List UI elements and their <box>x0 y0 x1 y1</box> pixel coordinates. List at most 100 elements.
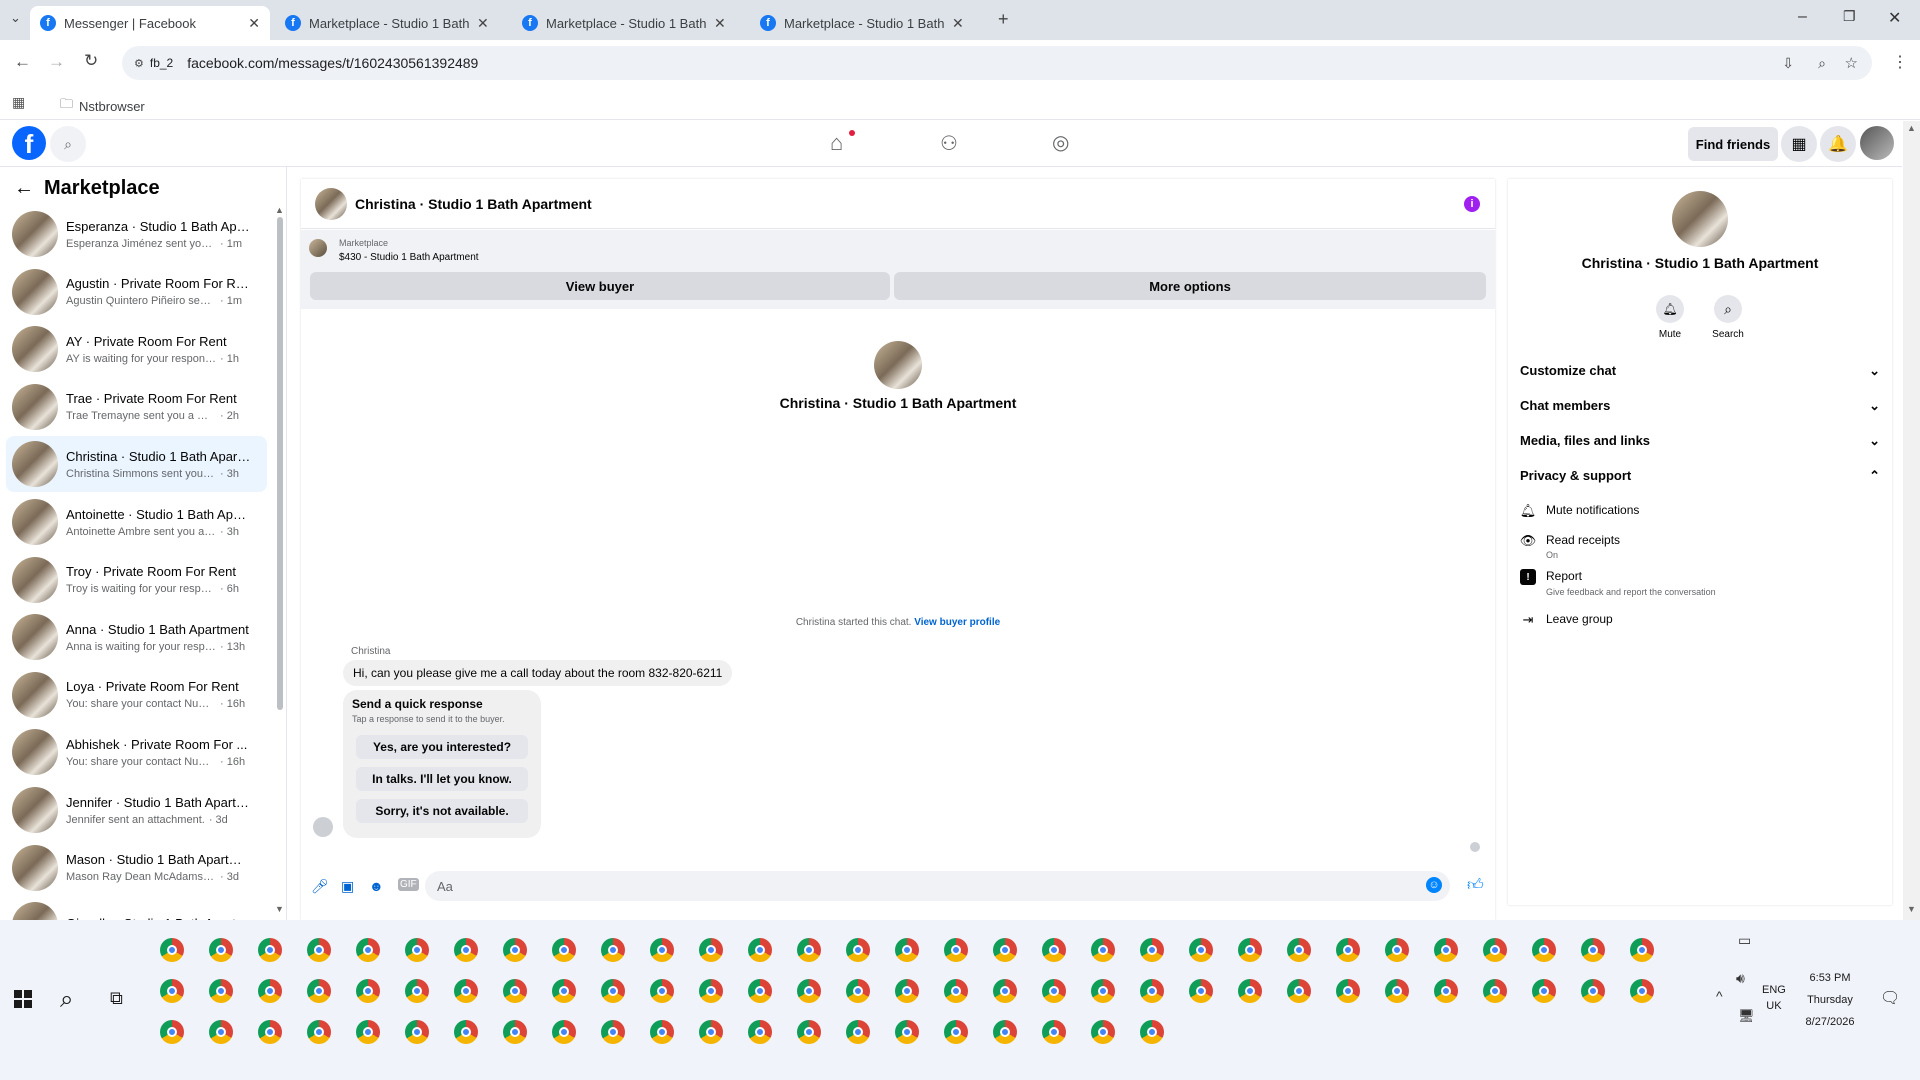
taskbar-browser-icon[interactable] <box>1042 979 1066 1003</box>
scroll-down-icon[interactable]: ▼ <box>275 904 284 914</box>
taskbar-browser-icon[interactable] <box>1630 938 1654 962</box>
list-item[interactable]: Trae · Private Room For Rent Trae Tremayn… <box>6 379 267 435</box>
taskbar-browser-icon[interactable] <box>209 938 233 962</box>
taskbar-browser-icon[interactable] <box>503 938 527 962</box>
groups-icon[interactable]: ◎ <box>1052 130 1069 155</box>
taskbar-browser-icon[interactable] <box>797 1020 821 1044</box>
taskbar-browser-icon[interactable] <box>552 979 576 1003</box>
taskbar-browser-icon[interactable] <box>944 1020 968 1044</box>
taskbar-browser-icon[interactable] <box>1189 979 1213 1003</box>
taskbar-browser-icon[interactable] <box>1238 938 1262 962</box>
taskbar-browser-icon[interactable] <box>209 1020 233 1044</box>
taskbar-browser-icon[interactable] <box>1581 938 1605 962</box>
taskbar-browser-icon[interactable] <box>1434 938 1458 962</box>
taskbar-browser-icon[interactable] <box>1336 979 1360 1003</box>
taskbar-browser-icon[interactable] <box>993 1020 1017 1044</box>
taskbar-browser-icon[interactable] <box>699 979 723 1003</box>
taskbar-browser-icon[interactable] <box>1091 938 1115 962</box>
sticker-icon[interactable]: ☻ <box>369 878 384 894</box>
menu-icon[interactable]: ⋮ <box>1892 52 1908 72</box>
language-indicator[interactable]: ENG UK <box>1762 982 1786 1014</box>
windows-start-icon[interactable] <box>14 990 32 1008</box>
taskbar-browser-icon[interactable] <box>748 938 772 962</box>
taskbar-browser-icon[interactable] <box>503 1020 527 1044</box>
taskbar-browser-icon[interactable] <box>1287 938 1311 962</box>
media-files-links-section[interactable]: Media, files and links ⌄ <box>1520 433 1880 449</box>
close-window-icon[interactable]: ✕ <box>1888 8 1901 28</box>
install-icon[interactable]: ⇩ <box>1782 55 1794 72</box>
taskbar-browser-icon[interactable] <box>1091 1020 1115 1044</box>
taskbar-browser-icon[interactable] <box>797 979 821 1003</box>
taskbar-browser-icon[interactable] <box>748 1020 772 1044</box>
network-icon[interactable]: 🖥︎ <box>1738 1008 1755 1024</box>
taskbar-browser-icon[interactable] <box>1042 938 1066 962</box>
new-tab-icon[interactable]: + <box>998 9 1009 30</box>
reload-icon[interactable]: ↻ <box>84 51 98 71</box>
scroll-up-icon[interactable]: ▲ <box>1907 123 1916 133</box>
taskbar-browser-icon[interactable] <box>944 979 968 1003</box>
tab-marketplace-3[interactable]: f Marketplace - Studio 1 Bath Ap ✕ <box>750 6 980 40</box>
close-tab-icon[interactable]: ✕ <box>248 15 260 32</box>
taskbar-browser-icon[interactable] <box>307 1020 331 1044</box>
more-options-button[interactable]: More options <box>894 272 1486 300</box>
taskbar-browser-icon[interactable] <box>160 1020 184 1044</box>
quick-response-in-talks[interactable]: In talks. I'll let you know. <box>356 767 528 791</box>
taskbar-browser-icon[interactable] <box>846 1020 870 1044</box>
list-item[interactable]: Troy · Private Room For Rent Troy is wait… <box>6 552 267 608</box>
taskbar-browser-icon[interactable] <box>650 979 674 1003</box>
meet-now-icon[interactable]: ▭ <box>1738 932 1751 949</box>
taskbar-browser-icon[interactable] <box>601 979 625 1003</box>
taskbar-browser-icon[interactable] <box>650 1020 674 1044</box>
taskbar-browser-icon[interactable] <box>1483 938 1507 962</box>
info-avatar[interactable] <box>1672 191 1728 247</box>
minimize-icon[interactable]: – <box>1798 8 1807 26</box>
taskbar-browser-icon[interactable] <box>1091 979 1115 1003</box>
microphone-icon[interactable]: 🎤︎ <box>311 878 329 895</box>
chat-avatar[interactable] <box>315 187 347 220</box>
tab-search-icon[interactable]: ⌄ <box>10 10 21 26</box>
scroll-down-icon[interactable]: ▼ <box>1907 904 1916 914</box>
customize-chat-section[interactable]: Customize chat ⌄ <box>1520 363 1880 379</box>
friends-icon[interactable]: ⚇ <box>940 131 958 156</box>
listing-price[interactable]: $430 - Studio 1 Bath Apartment <box>339 252 479 263</box>
taskbar-browser-icon[interactable] <box>454 1020 478 1044</box>
close-tab-icon[interactable]: ✕ <box>952 15 964 32</box>
taskbar-browser-icon[interactable] <box>1238 979 1262 1003</box>
scroll-up-icon[interactable]: ▲ <box>275 205 284 215</box>
taskbar-browser-icon[interactable] <box>895 938 919 962</box>
taskbar-browser-icon[interactable] <box>405 979 429 1003</box>
back-icon[interactable]: ← <box>14 52 31 72</box>
taskbar-browser-icon[interactable] <box>650 938 674 962</box>
taskbar-browser-icon[interactable] <box>601 938 625 962</box>
taskbar-browser-icon[interactable] <box>307 938 331 962</box>
taskbar-browser-icon[interactable] <box>601 1020 625 1044</box>
taskbar-browser-icon[interactable] <box>993 979 1017 1003</box>
taskbar-browser-icon[interactable] <box>503 979 527 1003</box>
profile-avatar[interactable] <box>1860 126 1894 160</box>
taskbar-browser-icon[interactable] <box>699 938 723 962</box>
find-friends-button[interactable]: Find friends <box>1688 127 1778 161</box>
show-hidden-icons[interactable]: ^ <box>1716 988 1723 1004</box>
tab-marketplace-1[interactable]: f Marketplace - Studio 1 Bath Ap ✕ <box>275 6 505 40</box>
restore-icon[interactable]: ❐ <box>1843 8 1856 25</box>
page-scrollbar[interactable]: ▲ ▼ <box>1903 121 1920 920</box>
list-item[interactable]: Agustin · Private Room For Rent Agustin Q… <box>6 264 267 320</box>
taskbar-browser-icon[interactable] <box>454 979 478 1003</box>
tab-marketplace-2[interactable]: f Marketplace - Studio 1 Bath Ap ✕ <box>512 6 742 40</box>
taskbar-browser-icon[interactable] <box>209 979 233 1003</box>
search-icon[interactable]: ⌕ <box>50 126 86 162</box>
taskbar-browser-icon[interactable] <box>1385 979 1409 1003</box>
info-icon[interactable]: i <box>1464 196 1480 212</box>
quick-response-sorry[interactable]: Sorry, it's not available. <box>356 799 528 823</box>
clock[interactable]: 6:53 PM Thursday 8/27/2026 <box>1790 967 1870 1033</box>
list-item[interactable]: AY · Private Room For Rent AY is waiting … <box>6 321 267 377</box>
taskbar-browser-icon[interactable] <box>405 1020 429 1044</box>
taskbar-browser-icon[interactable] <box>748 979 772 1003</box>
taskbar-browser-icon[interactable] <box>454 938 478 962</box>
taskbar-browser-icon[interactable] <box>1140 979 1164 1003</box>
bookmark-star-icon[interactable]: ☆ <box>1845 54 1858 72</box>
taskbar-browser-icon[interactable] <box>944 938 968 962</box>
center-avatar[interactable] <box>874 341 922 389</box>
apps-icon[interactable]: ▦ <box>12 94 25 111</box>
taskbar-browser-icon[interactable] <box>1336 938 1360 962</box>
